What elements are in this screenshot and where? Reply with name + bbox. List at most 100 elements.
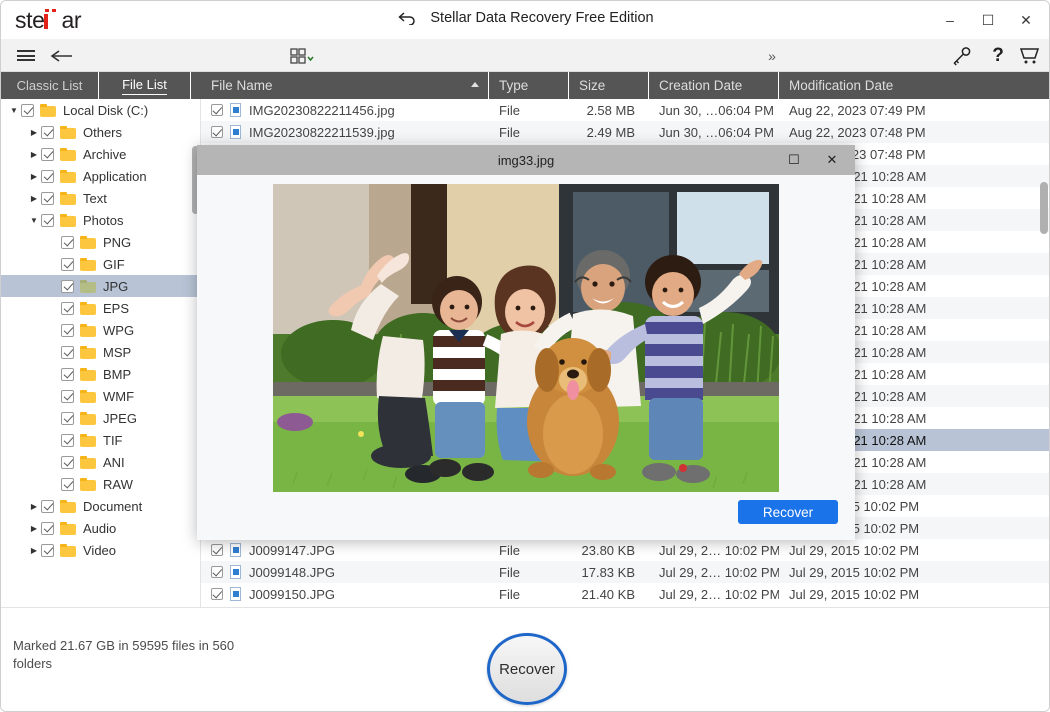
row-checkbox[interactable] xyxy=(211,566,223,578)
tree-node-checkbox[interactable] xyxy=(41,126,54,139)
window-title-group: Stellar Data Recovery Free Edition xyxy=(1,10,1050,29)
tree-node-checkbox[interactable] xyxy=(61,236,74,249)
file-size-cell: 2.58 MB xyxy=(569,103,649,118)
expand-toolbar-icon[interactable]: » xyxy=(761,39,783,72)
file-list-scrollbar[interactable] xyxy=(1040,182,1048,234)
preview-close-button[interactable]: ✕ xyxy=(813,145,851,175)
chevron-right-icon[interactable]: ▶ xyxy=(27,524,41,533)
minimize-button[interactable]: – xyxy=(933,7,967,33)
chevron-right-icon[interactable]: ▶ xyxy=(27,172,41,181)
tree-node-label: Document xyxy=(83,499,142,514)
tree-node-application[interactable]: ▶Application xyxy=(1,165,200,187)
file-size-cell: 2.49 MB xyxy=(569,125,649,140)
tree-node-checkbox[interactable] xyxy=(61,346,74,359)
tree-node-png[interactable]: PNG xyxy=(1,231,200,253)
tree-node-msp[interactable]: MSP xyxy=(1,341,200,363)
tree-node-checkbox[interactable] xyxy=(61,412,74,425)
creation-date-cell: Jun 30, …06:04 PM xyxy=(649,103,779,118)
tree-node-checkbox[interactable] xyxy=(21,104,34,117)
activation-key-icon[interactable] xyxy=(947,39,977,72)
image-file-icon xyxy=(230,587,241,601)
sort-ascending-icon xyxy=(471,82,479,87)
table-row[interactable]: J0099150.JPGFile21.40 KBJul 29, 2… 10:02… xyxy=(201,583,1050,605)
recover-button[interactable]: Recover xyxy=(487,633,567,705)
table-row[interactable]: IMG20230822211456.jpgFile2.58 MBJun 30, … xyxy=(201,99,1050,121)
chevron-right-icon[interactable]: ▶ xyxy=(27,150,41,159)
folder-icon xyxy=(80,478,96,491)
tree-node-photos[interactable]: ▼Photos xyxy=(1,209,200,231)
preview-maximize-button[interactable]: ☐ xyxy=(775,145,813,175)
tree-node-eps[interactable]: EPS xyxy=(1,297,200,319)
tree-node-jpeg[interactable]: JPEG xyxy=(1,407,200,429)
tree-node-checkbox[interactable] xyxy=(41,544,54,557)
close-button[interactable]: ✕ xyxy=(1009,7,1043,33)
tree-node-checkbox[interactable] xyxy=(61,456,74,469)
tree-node-bmp[interactable]: BMP xyxy=(1,363,200,385)
tree-node-checkbox[interactable] xyxy=(61,280,74,293)
tree-node-gif[interactable]: GIF xyxy=(1,253,200,275)
column-header-creation-date[interactable]: Creation Date xyxy=(649,72,779,99)
chevron-down-icon[interactable]: ▼ xyxy=(7,106,21,115)
tree-node-text[interactable]: ▶Text xyxy=(1,187,200,209)
tree-node-ani[interactable]: ANI xyxy=(1,451,200,473)
folder-icon xyxy=(60,522,76,535)
tree-node-local-disk-c[interactable]: ▼Local Disk (C:) xyxy=(1,99,200,121)
chevron-right-icon[interactable]: ▶ xyxy=(27,194,41,203)
column-header-type[interactable]: Type xyxy=(489,72,569,99)
file-type-cell: File xyxy=(489,543,569,558)
chevron-right-icon[interactable]: ▶ xyxy=(27,502,41,511)
tree-node-others[interactable]: ▶Others xyxy=(1,121,200,143)
tree-node-jpg[interactable]: JPG xyxy=(1,275,200,297)
tree-node-checkbox[interactable] xyxy=(61,368,74,381)
chevron-down-icon[interactable]: ▼ xyxy=(27,216,41,225)
tree-node-checkbox[interactable] xyxy=(61,434,74,447)
image-file-icon xyxy=(230,565,241,579)
toolbar: » ? xyxy=(1,39,1050,72)
tree-node-checkbox[interactable] xyxy=(61,478,74,491)
chevron-right-icon[interactable]: ▶ xyxy=(27,128,41,137)
column-header-file-name[interactable]: File Name xyxy=(201,72,489,99)
tree-node-checkbox[interactable] xyxy=(61,390,74,403)
tree-node-checkbox[interactable] xyxy=(41,170,54,183)
file-name-label: IMG20230822211456.jpg xyxy=(249,103,395,118)
tree-node-audio[interactable]: ▶Audio xyxy=(1,517,200,539)
tree-node-checkbox[interactable] xyxy=(41,500,54,513)
tree-node-checkbox[interactable] xyxy=(41,192,54,205)
maximize-button[interactable]: ☐ xyxy=(971,7,1005,33)
tree-node-wpg[interactable]: WPG xyxy=(1,319,200,341)
tree-node-archive[interactable]: ▶Archive xyxy=(1,143,200,165)
column-header-modification-date[interactable]: Modification Date xyxy=(779,72,951,99)
row-checkbox[interactable] xyxy=(211,126,223,138)
shopping-cart-icon[interactable] xyxy=(1015,39,1045,72)
tree-node-checkbox[interactable] xyxy=(41,214,54,227)
tree-node-label: BMP xyxy=(103,367,131,382)
file-name-label: IMG20230822211539.jpg xyxy=(249,125,395,140)
tree-node-checkbox[interactable] xyxy=(61,324,74,337)
tree-node-tif[interactable]: TIF xyxy=(1,429,200,451)
tree-node-video[interactable]: ▶Video xyxy=(1,539,200,561)
table-row[interactable]: IMG20230822211539.jpgFile2.49 MBJun 30, … xyxy=(201,121,1050,143)
tree-node-checkbox[interactable] xyxy=(61,302,74,315)
tree-node-checkbox[interactable] xyxy=(61,258,74,271)
chevron-right-icon[interactable]: ▶ xyxy=(27,546,41,555)
tree-node-document[interactable]: ▶ Document xyxy=(1,495,200,517)
back-arrow-icon[interactable] xyxy=(47,39,77,72)
tree-node-checkbox[interactable] xyxy=(41,522,54,535)
table-row[interactable]: J0099148.JPGFile17.83 KBJul 29, 2… 10:02… xyxy=(201,561,1050,583)
row-checkbox[interactable] xyxy=(211,544,223,556)
folder-tree-sidebar[interactable]: ▼Local Disk (C:)▶Others▶Archive▶Applicat… xyxy=(1,99,201,607)
tab-file-list[interactable]: File List xyxy=(99,72,191,99)
tree-node-raw[interactable]: RAW xyxy=(1,473,200,495)
hamburger-menu-icon[interactable] xyxy=(11,39,41,72)
row-checkbox[interactable] xyxy=(211,104,223,116)
tab-classic-list[interactable]: Classic List xyxy=(1,72,99,99)
column-header-size[interactable]: Size xyxy=(569,72,649,99)
tree-node-checkbox[interactable] xyxy=(41,148,54,161)
tree-node-label: TIF xyxy=(103,433,123,448)
help-icon[interactable]: ? xyxy=(983,39,1013,72)
grid-view-icon[interactable] xyxy=(283,39,323,72)
tree-node-wmf[interactable]: WMF xyxy=(1,385,200,407)
table-row[interactable]: J0099147.JPGFile23.80 KBJul 29, 2… 10:02… xyxy=(201,539,1050,561)
row-checkbox[interactable] xyxy=(211,588,223,600)
preview-recover-button[interactable]: Recover xyxy=(738,500,838,524)
